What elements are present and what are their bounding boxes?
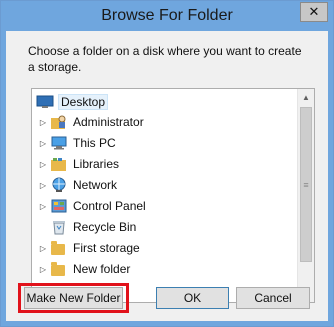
tree-item-label: Control Panel [73,199,146,213]
vertical-scrollbar[interactable]: ▲ ≡ ▼ [297,89,314,302]
recycle-bin-icon [50,219,68,235]
tree-item-network[interactable]: ▷ Network [38,175,117,195]
tree-item-label: Desktop [57,94,109,110]
grip-icon: ≡ [303,179,309,190]
tree-item-label: First storage [73,241,140,255]
instruction-text: Choose a folder on a disk where you want… [28,44,302,74]
tree-item-label: Network [73,178,118,192]
close-icon: ✕ [308,4,320,19]
tree-item-new-folder[interactable]: ▷ New folder [38,259,130,279]
tree-item-label: Recycle Bin [73,220,137,234]
browse-for-folder-dialog: Browse For Folder ✕ Choose a folder on a… [0,0,334,327]
network-icon [50,177,68,193]
ok-button[interactable]: OK [156,287,229,309]
scroll-up-button[interactable]: ▲ [298,89,314,105]
expand-arrow-icon[interactable]: ▷ [38,265,48,274]
expand-arrow-icon[interactable]: ▷ [38,118,48,127]
tree-item-administrator[interactable]: ▷ Administrator [38,112,144,132]
folder-icon [50,240,68,256]
tree-item-desktop[interactable]: Desktop [36,92,109,112]
expand-arrow-icon[interactable]: ▷ [38,244,48,253]
expand-arrow-icon[interactable]: ▷ [38,202,48,211]
control-panel-icon [50,198,68,214]
computer-icon [50,135,68,151]
cancel-button[interactable]: Cancel [236,287,310,309]
title-bar[interactable]: Browse For Folder ✕ [1,1,333,31]
user-folder-icon [50,114,68,130]
scroll-thumb[interactable]: ≡ [300,107,312,262]
expand-arrow-icon[interactable]: ▷ [38,181,48,190]
tree-item-label: Libraries [73,157,120,171]
window-title: Browse For Folder [101,7,233,24]
make-new-folder-button[interactable]: Make New Folder [24,287,123,309]
expand-arrow-icon[interactable]: ▷ [38,160,48,169]
desktop-icon [36,94,54,110]
dialog-body: Choose a folder on a disk where you want… [6,31,328,321]
libraries-icon [50,156,68,172]
folder-icon [50,261,68,277]
scroll-up-icon: ▲ [302,92,310,102]
close-button[interactable]: ✕ [300,2,328,22]
tree-item-libraries[interactable]: ▷ Libraries [38,154,119,174]
tree-item-control-panel[interactable]: ▷ Control Panel [38,196,146,216]
expand-arrow-icon[interactable]: ▷ [38,139,48,148]
tree-item-label: New folder [73,262,131,276]
tree-item-recycle-bin[interactable]: Recycle Bin [50,217,136,237]
tree-item-this-pc[interactable]: ▷ This PC [38,133,116,153]
tree-item-label: This PC [73,136,116,150]
tree-item-first-storage[interactable]: ▷ First storage [38,238,140,258]
tree-item-label: Administrator [73,115,144,129]
folder-tree[interactable]: Desktop ▷ Administrator ▷ This PC ▷ Libr… [31,88,315,303]
